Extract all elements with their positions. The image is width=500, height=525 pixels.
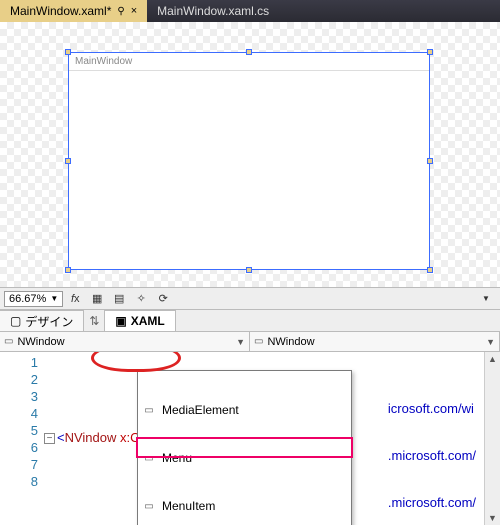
chevron-down-icon: ▼	[236, 337, 245, 347]
swap-panes-icon[interactable]: ⇅	[84, 310, 104, 331]
zoom-combo[interactable]: 66.67% ▼	[4, 291, 63, 307]
design-icon: ▢	[10, 314, 21, 328]
resize-handle[interactable]	[65, 267, 71, 273]
intellisense-popup[interactable]: ▭MediaElement ▭Menu ▭MenuItem ▭Navigatio…	[137, 370, 352, 525]
resize-handle[interactable]	[427, 158, 433, 164]
fx-icon[interactable]: fx	[65, 290, 85, 308]
nav-combo-right[interactable]: ▭ NWindow ▼	[250, 332, 500, 351]
vertical-scrollbar[interactable]: ▲ ▼	[484, 352, 500, 525]
tab-label: デザイン	[25, 313, 73, 330]
xaml-designer-surface[interactable]: MainWindow	[0, 22, 500, 288]
annotation-ellipse	[91, 352, 181, 372]
nav-value: NWindow	[17, 336, 64, 348]
element-icon: ▭	[254, 336, 263, 347]
intellisense-item[interactable]: ▭ Menu	[138, 449, 351, 467]
file-tab-other[interactable]: MainWindow.xaml.cs	[147, 0, 279, 22]
grid-icon[interactable]: ▦	[87, 290, 107, 308]
line-number: 7	[0, 456, 38, 473]
scroll-down-icon[interactable]: ▼	[485, 511, 500, 525]
tab-design[interactable]: ▢ デザイン	[0, 310, 84, 331]
tab-label: XAML	[131, 314, 165, 328]
line-number: 1	[0, 354, 38, 371]
code-fragment: .microsoft.com/	[388, 494, 484, 511]
resize-handle[interactable]	[427, 49, 433, 55]
code-fragment: icrosoft.com/wi	[388, 400, 484, 417]
element-nav-bar: ▭ NWindow ▼ ▭ NWindow ▼	[0, 332, 500, 352]
chevron-down-icon: ▼	[486, 337, 495, 347]
line-number: 8	[0, 473, 38, 490]
design-window[interactable]: MainWindow	[68, 52, 430, 270]
line-number: 5	[0, 422, 38, 439]
resize-handle[interactable]	[65, 49, 71, 55]
file-tab-label: MainWindow.xaml.cs	[157, 4, 269, 18]
xaml-icon: ▣	[115, 314, 126, 328]
file-tab-strip: MainWindow.xaml* ⚲ × MainWindow.xaml.cs	[0, 0, 500, 22]
snap-icon[interactable]: ✧	[131, 290, 151, 308]
file-tab-active[interactable]: MainWindow.xaml* ⚲ ×	[0, 0, 147, 22]
element-icon: ▭	[142, 501, 156, 512]
resize-handle[interactable]	[246, 267, 252, 273]
nav-value: NWindow	[267, 336, 314, 348]
zoom-value: 66.67%	[9, 293, 46, 305]
element-icon: ▭	[4, 336, 13, 347]
resize-handle[interactable]	[427, 267, 433, 273]
chevron-down-icon[interactable]: ▼	[476, 290, 496, 308]
close-icon[interactable]: ×	[131, 5, 137, 17]
design-window-title: MainWindow	[69, 53, 429, 71]
resize-handle[interactable]	[246, 49, 252, 55]
refresh-icon[interactable]: ⟳	[153, 290, 173, 308]
intellisense-item[interactable]: ▭ MenuItem	[138, 497, 351, 515]
line-number: 6	[0, 439, 38, 456]
item-label: MediaElement	[162, 403, 239, 417]
code-text[interactable]: −<NVindow x:Class="WpfApplication6.MainW…	[44, 352, 484, 525]
fold-minus-icon[interactable]: −	[44, 433, 55, 444]
item-label: Menu	[162, 451, 192, 465]
resize-handle[interactable]	[65, 158, 71, 164]
grid2-icon[interactable]: ▤	[109, 290, 129, 308]
element-icon: ▭	[142, 453, 156, 464]
element-icon: ▭	[142, 405, 156, 416]
code-fragment: .microsoft.com/	[388, 447, 484, 464]
line-number-gutter: 1 2 3 4 5 6 7 8	[0, 352, 44, 525]
nav-combo-left[interactable]: ▭ NWindow ▼	[0, 332, 250, 351]
design-xaml-tabs: ▢ デザイン ⇅ ▣ XAML	[0, 310, 500, 332]
chevron-down-icon: ▼	[50, 294, 58, 303]
line-number: 3	[0, 388, 38, 405]
scroll-up-icon[interactable]: ▲	[485, 352, 500, 366]
pin-icon[interactable]: ⚲	[117, 6, 124, 17]
file-tab-label: MainWindow.xaml*	[10, 4, 111, 18]
intellisense-item[interactable]: ▭ MediaElement	[138, 401, 351, 419]
tab-xaml[interactable]: ▣ XAML	[104, 310, 175, 331]
xaml-code-editor[interactable]: 1 2 3 4 5 6 7 8 −<NVindow x:Class="WpfAp…	[0, 352, 500, 525]
line-number: 2	[0, 371, 38, 388]
line-number: 4	[0, 405, 38, 422]
designer-toolbar: 66.67% ▼ fx ▦ ▤ ✧ ⟳ ▼	[0, 288, 500, 310]
item-label: MenuItem	[162, 499, 215, 513]
